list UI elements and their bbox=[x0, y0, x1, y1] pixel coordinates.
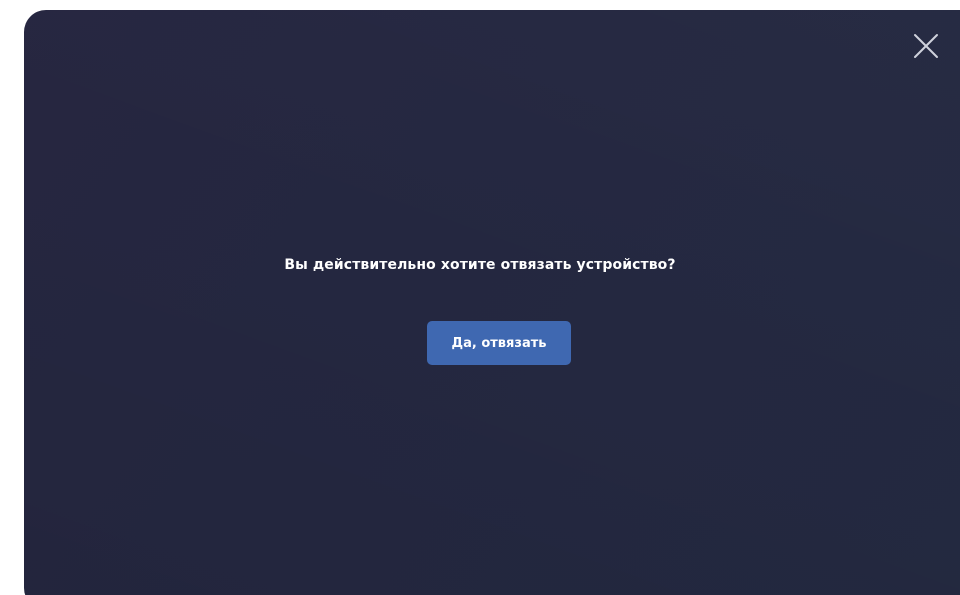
page-backdrop: Вы действительно хотите отвязать устройс… bbox=[0, 0, 960, 595]
close-icon bbox=[914, 34, 938, 58]
confirm-unlink-button[interactable]: Да, отвязать bbox=[427, 321, 571, 365]
confirm-message: Вы действительно хотите отвязать устройс… bbox=[284, 257, 676, 273]
close-button[interactable] bbox=[912, 32, 940, 60]
unlink-device-dialog: Вы действительно хотите отвязать устройс… bbox=[24, 10, 960, 595]
